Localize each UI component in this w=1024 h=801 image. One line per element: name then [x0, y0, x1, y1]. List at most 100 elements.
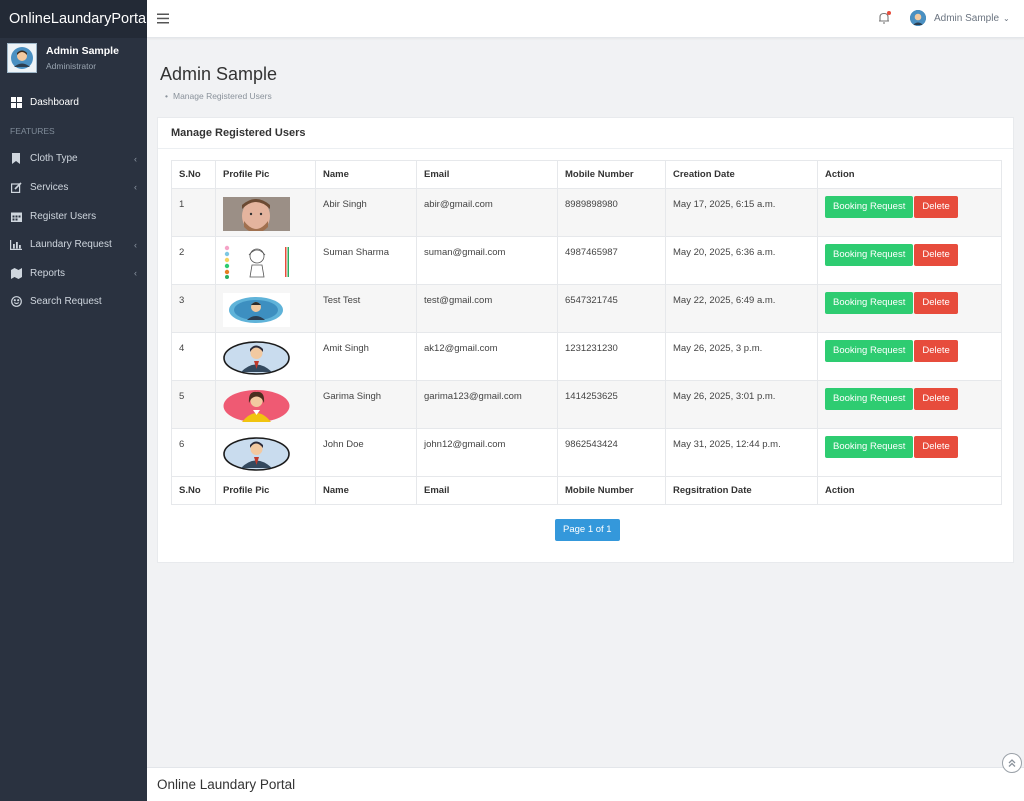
table-row: 5 Garima Singh garima123@gmail.com 14142…: [171, 380, 1002, 429]
chevron-down-icon: ⌄: [1003, 13, 1010, 23]
notification-bell-icon[interactable]: [877, 11, 891, 25]
cell-action: Booking Request Delete: [817, 188, 1002, 237]
page-footer: Online Laundary Portal: [147, 767, 1024, 801]
cell-action: Booking Request Delete: [817, 332, 1002, 381]
bookmark-icon: [10, 153, 22, 165]
page-title: Admin Sample: [160, 64, 278, 84]
cell-sno: 2: [171, 236, 216, 285]
smile-icon: [10, 296, 22, 308]
cell-action: Booking Request Delete: [817, 236, 1002, 285]
booking-request-button[interactable]: Booking Request: [825, 340, 914, 362]
cell-mobile: 6547321745: [557, 284, 666, 333]
sidebar-item-label: Reports: [30, 267, 66, 279]
profile-avatar-blue: [223, 293, 290, 327]
sidebar-item-register-users[interactable]: Register Users: [0, 202, 147, 231]
column-header: S.No: [171, 160, 216, 189]
table-row: 1 Abir Singh abir@gmail.com 8989898980 M…: [171, 188, 1002, 237]
column-header: Name: [315, 160, 417, 189]
sidebar-item-laundary-request[interactable]: Laundary Request ‹: [0, 230, 147, 259]
profile-role: Administrator: [46, 61, 97, 71]
cell-name: Amit Singh: [315, 332, 417, 381]
profile-girl-drawing: [223, 245, 290, 279]
sidebar-item-cloth-type[interactable]: Cloth Type ‹: [0, 145, 147, 174]
cell-name: Abir Singh: [315, 188, 417, 237]
booking-request-button[interactable]: Booking Request: [825, 244, 914, 266]
top-header: Admin Sample ⌄: [147, 0, 1024, 38]
booking-request-button[interactable]: Booking Request: [825, 436, 914, 458]
hamburger-menu-icon[interactable]: [157, 13, 169, 25]
sidebar-item-search-request[interactable]: Search Request: [0, 288, 147, 317]
booking-request-button[interactable]: Booking Request: [825, 196, 914, 218]
sidebar-item-reports[interactable]: Reports ‹: [0, 259, 147, 288]
notification-dot: [887, 11, 891, 15]
profile-avatar-man-suit: [223, 437, 290, 471]
breadcrumb-bullet-icon: •: [165, 91, 168, 101]
cell-name: Garima Singh: [315, 380, 417, 429]
sidebar-item-services[interactable]: Services ‹: [0, 173, 147, 202]
cell-profile-pic: [215, 284, 316, 333]
column-footer: S.No: [171, 476, 216, 505]
cell-mobile: 1414253625: [557, 380, 666, 429]
cell-email: abir@gmail.com: [416, 188, 558, 237]
table-row: 4 Amit Singh ak12@gmail.com 1231231230 M…: [171, 332, 1002, 381]
user-menu[interactable]: Admin Sample ⌄: [910, 10, 1010, 26]
cell-sno: 1: [171, 188, 216, 237]
brand-logo[interactable]: OnlineLaundaryPortal: [0, 0, 147, 38]
sidebar-item-label: Search Request: [30, 296, 102, 308]
cell-creation-date: May 22, 2025, 6:49 a.m.: [665, 284, 818, 333]
sidebar-item-dashboard[interactable]: Dashboard: [0, 88, 147, 117]
pagination-button[interactable]: Page 1 of 1: [555, 519, 620, 541]
sidebar-item-label: Cloth Type: [30, 153, 78, 165]
profile-avatar-woman: [223, 390, 290, 422]
delete-button[interactable]: Delete: [914, 388, 958, 410]
edit-icon: [10, 181, 22, 193]
booking-request-button[interactable]: Booking Request: [825, 292, 914, 314]
cell-profile-pic: [215, 380, 316, 429]
sidebar-item-label: Services: [30, 181, 69, 193]
column-header: Profile Pic: [215, 160, 316, 189]
cell-email: ak12@gmail.com: [416, 332, 558, 381]
delete-button[interactable]: Delete: [914, 436, 958, 458]
delete-button[interactable]: Delete: [914, 196, 958, 218]
cell-mobile: 8989898980: [557, 188, 666, 237]
scroll-to-top-icon[interactable]: [1002, 753, 1022, 773]
cell-action: Booking Request Delete: [817, 428, 1002, 477]
chevron-left-icon: ‹: [134, 268, 137, 279]
breadcrumb: • Manage Registered Users: [165, 91, 272, 101]
user-menu-name: Admin Sample: [934, 12, 1000, 24]
cell-creation-date: May 31, 2025, 12:44 p.m.: [665, 428, 818, 477]
delete-button[interactable]: Delete: [914, 340, 958, 362]
cell-profile-pic: [215, 428, 316, 477]
breadcrumb-current[interactable]: Manage Registered Users: [173, 91, 272, 101]
cell-email: john12@gmail.com: [416, 428, 558, 477]
cell-profile-pic: [215, 332, 316, 381]
cell-sno: 5: [171, 380, 216, 429]
cell-sno: 4: [171, 332, 216, 381]
cell-sno: 3: [171, 284, 216, 333]
column-header: Mobile Number: [557, 160, 666, 189]
column-header: Creation Date: [665, 160, 818, 189]
cell-sno: 6: [171, 428, 216, 477]
card-title: Manage Registered Users: [158, 118, 1013, 149]
footer-text: Online Laundary Portal: [157, 777, 296, 792]
booking-request-button[interactable]: Booking Request: [825, 388, 914, 410]
calendar-icon: [10, 210, 22, 222]
chevron-left-icon: ‹: [134, 239, 137, 250]
chevron-left-icon: ‹: [134, 153, 137, 164]
avatar: [7, 43, 37, 73]
table-header-row: S.No Profile Pic Name Email Mobile Numbe…: [171, 160, 1002, 189]
cell-mobile: 9862543424: [557, 428, 666, 477]
table-footer-row: S.No Profile Pic Name Email Mobile Numbe…: [171, 476, 1002, 505]
table-row: 2 Suman Sharma suman@gmail.com 498746598…: [171, 236, 1002, 285]
cell-email: suman@gmail.com: [416, 236, 558, 285]
cell-mobile: 1231231230: [557, 332, 666, 381]
column-header: Action: [817, 160, 1002, 189]
cell-creation-date: May 26, 2025, 3:01 p.m.: [665, 380, 818, 429]
sidebar-item-label: Dashboard: [30, 96, 79, 108]
column-footer: Profile Pic: [215, 476, 316, 505]
cell-profile-pic: [215, 236, 316, 285]
column-footer: Name: [315, 476, 417, 505]
delete-button[interactable]: Delete: [914, 244, 958, 266]
users-table: S.No Profile Pic Name Email Mobile Numbe…: [171, 160, 1002, 505]
delete-button[interactable]: Delete: [914, 292, 958, 314]
